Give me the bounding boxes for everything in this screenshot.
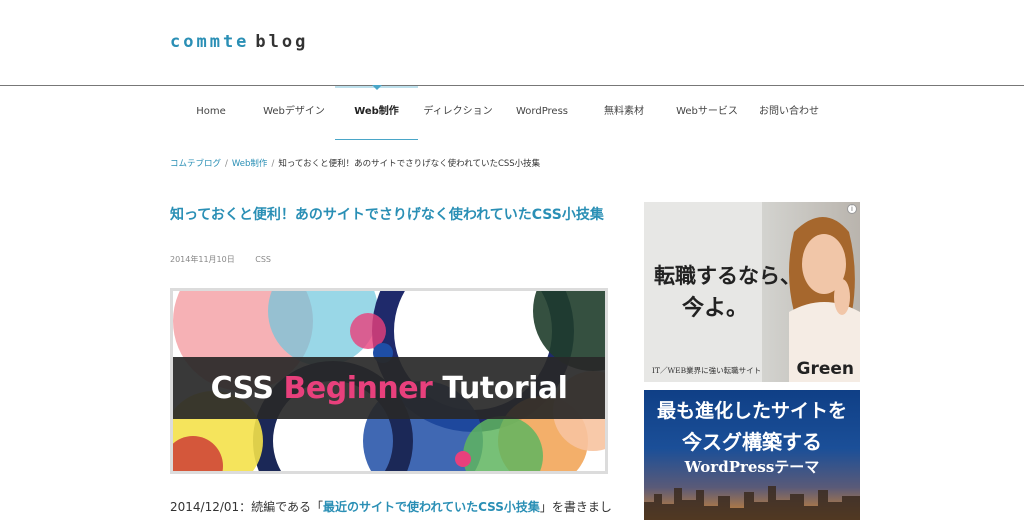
article-title[interactable]: 知っておくと便利！あのサイトでさりげなく使われていたCSS小技集 — [170, 204, 610, 226]
nav-item-home[interactable]: Home — [180, 86, 242, 140]
nav-item-contact[interactable]: お問い合わせ — [754, 86, 824, 140]
ad2-headline-3: WordPressテーマ — [684, 458, 820, 476]
article-hero-image: CSS Beginner Tutorial — [170, 288, 608, 474]
main-nav: Home Webデザイン Web制作 ディレクション WordPress 無料素… — [170, 85, 860, 140]
hero-word-tutorial: Tutorial — [442, 370, 568, 406]
body-suffix: 」を書きまし — [539, 500, 612, 514]
ad2-headline-2: 今スグ構築する — [682, 430, 822, 454]
nav-item-free-materials[interactable]: 無料素材 — [594, 86, 654, 140]
breadcrumb-home-link[interactable]: コムテブログ — [170, 159, 221, 169]
breadcrumb-separator: / — [271, 159, 275, 169]
logo-text-commte: commte — [170, 32, 250, 52]
hero-word-beginner: Beginner — [283, 370, 433, 406]
hero-title-band: CSS Beginner Tutorial — [173, 357, 605, 419]
breadcrumb: コムテブログ / Web制作 / 知っておくと便利！あのサイトでさりげなく使われていたC… — [170, 157, 540, 169]
article-category-link[interactable]: CSS — [255, 255, 271, 264]
related-article-link[interactable]: 最近のサイトで使われていたCSS小技集 — [323, 500, 540, 514]
ad1-headline-2: 今よ。 — [682, 295, 749, 321]
ad1-headline-1: 転職するなら、 — [654, 263, 801, 288]
sidebar-ad-wordpress-theme[interactable]: 最も進化したサイトを 今スグ構築する WordPressテーマ — [644, 390, 860, 520]
hero-word-css: CSS — [210, 370, 274, 406]
nav-item-direction[interactable]: ディレクション — [423, 86, 493, 140]
breadcrumb-current: 知っておくと便利！あのサイトでさりげなく使われていたCSS小技集 — [278, 159, 541, 169]
ad1-brand-logo: Green — [796, 359, 855, 379]
nav-item-web-production[interactable]: Web制作 — [335, 85, 418, 140]
nav-item-wordpress[interactable]: WordPress — [506, 86, 578, 140]
breadcrumb-separator: / — [225, 159, 228, 169]
article-body-paragraph: 2014/12/01：続編である「最近のサイトで使われていたCSS小技集」を書き… — [170, 498, 612, 515]
nav-item-web-design[interactable]: Webデザイン — [258, 86, 330, 140]
ad-info-icon[interactable]: i — [847, 204, 857, 214]
site-logo[interactable]: commte blog — [170, 30, 308, 52]
breadcrumb-category-link[interactable]: Web制作 — [232, 159, 268, 169]
ad-woman-graphic — [644, 202, 860, 382]
logo-text-blog: blog — [255, 32, 309, 52]
ad2-headline-1: 最も進化したサイトを — [656, 400, 847, 422]
sidebar-ad-green[interactable]: i 転職するなら、 今よ。 IT／WEB業界に強い転職サイト Green — [644, 202, 860, 382]
article-date: 2014年11月10日 — [170, 255, 235, 264]
nav-item-web-services[interactable]: Webサービス — [670, 86, 744, 140]
article-meta: 2014年11月10日 CSS — [170, 254, 271, 265]
ad1-footer: IT／WEB業界に強い転職サイト — [652, 366, 762, 375]
body-prefix: 2014/12/01：続編である「 — [170, 500, 324, 514]
